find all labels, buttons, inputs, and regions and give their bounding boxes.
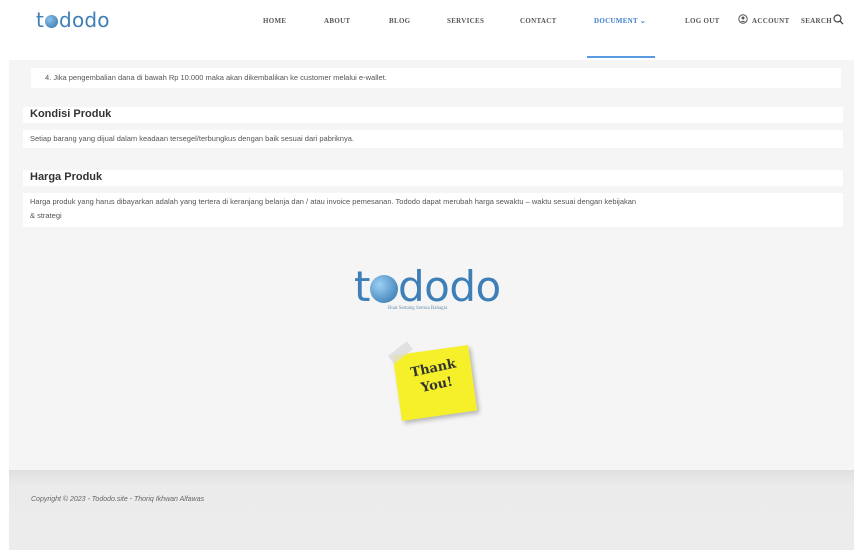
- section-body: Harga produk yang harus dibayarkan adala…: [23, 193, 843, 227]
- site-footer: Copyright © 2023 - Tododo.site - Thoriq …: [9, 470, 854, 550]
- site-header: t dodo HOME ABOUT BLOG SERVICES CONTACT D…: [0, 0, 854, 60]
- section-body-harga-line2: & strategi: [30, 211, 62, 220]
- copyright-text: Copyright © 2023 - Tododo.site - Thoriq …: [31, 496, 205, 503]
- refund-list: 4. Jika pengembalian dana di bawah Rp 10…: [31, 68, 841, 88]
- section-body-harga-line1: Harga produk yang harus dibayarkan adala…: [30, 197, 637, 206]
- section-header: Kondisi Produk: [23, 107, 843, 123]
- thank-you-note: Thank You!: [387, 341, 478, 421]
- logo-tagline: Buat Semang Semua Bahagia: [388, 306, 448, 311]
- brand-suffix: dodo: [59, 8, 110, 32]
- section-body: Setiap barang yang dijual dalam keadaan …: [23, 130, 843, 148]
- list-item: 4. Jika pengembalian dana di bawah Rp 10…: [45, 73, 387, 82]
- section-title-kondisi: Kondisi Produk: [30, 108, 112, 120]
- logo-suffix: dodo: [397, 262, 501, 311]
- section-body-kondisi: Setiap barang yang dijual dalam keadaan …: [30, 134, 354, 143]
- brand-ball-icon: [45, 15, 59, 28]
- account-icon[interactable]: [738, 14, 748, 24]
- nav-home[interactable]: HOME: [263, 17, 286, 25]
- search-icon[interactable]: [833, 14, 844, 25]
- logo-ball-icon: [369, 275, 398, 303]
- nav-about[interactable]: ABOUT: [324, 17, 350, 25]
- nav-account[interactable]: ACCOUNT: [752, 17, 790, 25]
- nav-services[interactable]: SERVICES: [447, 17, 484, 25]
- thank-you-text: Thank You!: [403, 354, 467, 399]
- tododo-logo: t dodo Buat Semang Semua Bahagia: [354, 262, 524, 322]
- nav-search[interactable]: SEARCH: [801, 17, 832, 25]
- nav-contact[interactable]: CONTACT: [520, 17, 557, 25]
- section-header: Harga Produk: [23, 170, 843, 186]
- logo-prefix: t: [354, 262, 370, 311]
- brand-logo[interactable]: t dodo: [36, 8, 110, 32]
- nav-document[interactable]: DOCUMENT ⌄: [594, 17, 646, 25]
- brand-prefix: t: [36, 8, 45, 32]
- active-nav-indicator: [587, 56, 655, 58]
- section-title-harga: Harga Produk: [30, 171, 103, 183]
- nav-blog[interactable]: BLOG: [389, 17, 410, 25]
- nav-logout[interactable]: LOG OUT: [685, 17, 720, 25]
